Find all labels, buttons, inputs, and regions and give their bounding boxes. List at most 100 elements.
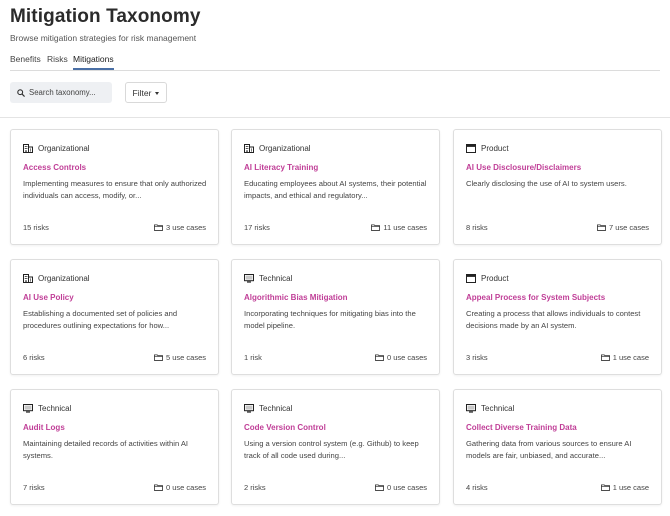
mitigation-card[interactable]: Product AI Use Disclosure/Disclaimers Cl…	[453, 129, 662, 245]
card-title[interactable]: AI Literacy Training	[244, 163, 318, 172]
divider	[0, 117, 670, 118]
card-title[interactable]: Code Version Control	[244, 423, 326, 432]
card-description: Using a version control system (e.g. Git…	[244, 439, 419, 460]
window-icon	[466, 144, 476, 153]
card-type: Technical	[23, 404, 71, 413]
card-type-label: Product	[481, 144, 509, 153]
mitigation-card[interactable]: Technical Code Version Control Using a v…	[231, 389, 440, 505]
card-use-case-label: 0 use cases	[386, 353, 427, 362]
card-type-label: Organizational	[38, 144, 90, 153]
card-description: Creating a process that allows individua…	[466, 309, 641, 330]
search-input[interactable]	[29, 88, 113, 97]
folder-icon	[600, 354, 610, 361]
card-risk-count: 3 risks	[466, 353, 488, 362]
mitigation-card[interactable]: Product Appeal Process for System Subjec…	[453, 259, 662, 375]
card-description: Maintaining detailed records of activiti…	[23, 439, 189, 460]
mitigation-card[interactable]: Organizational AI Literacy Training Educ…	[231, 129, 440, 245]
card-use-case-label: 0 use cases	[165, 483, 206, 492]
tab-bar: Benefits Risks Mitigations	[10, 54, 660, 71]
card-type: Product	[466, 144, 509, 153]
card-type-label: Organizational	[38, 274, 90, 283]
card-description: Clearly disclosing the use of AI to syst…	[466, 179, 627, 188]
card-use-case-count: 1 use case	[600, 483, 649, 492]
monitor-icon	[23, 404, 33, 413]
card-title[interactable]: AI Use Policy	[23, 293, 74, 302]
card-use-case-count: 0 use cases	[375, 353, 427, 362]
folder-icon	[154, 224, 163, 231]
mitigation-card[interactable]: Organizational AI Use Policy Establishin…	[10, 259, 219, 375]
folder-icon	[371, 224, 381, 231]
card-type-label: Organizational	[259, 144, 311, 153]
search-icon	[17, 88, 25, 97]
card-use-case-label: 0 use cases	[386, 483, 427, 492]
card-use-case-count: 0 use cases	[154, 483, 206, 492]
card-type-label: Product	[481, 274, 509, 283]
page-title: Mitigation Taxonomy	[10, 6, 201, 27]
card-use-case-count: 7 use cases	[597, 223, 649, 232]
card-description: Educating employees about AI systems, th…	[244, 179, 427, 200]
card-risk-count: 8 risks	[466, 223, 488, 232]
card-type: Organizational	[244, 144, 311, 153]
search-box	[10, 82, 113, 103]
card-use-case-label: 1 use case	[612, 483, 649, 492]
card-description: Gathering data from various sources to e…	[466, 439, 632, 460]
tab-risks[interactable]: Risks	[47, 54, 68, 68]
card-risk-count: 6 risks	[23, 353, 45, 362]
chevron-down-icon	[155, 91, 160, 95]
card-description: Implementing measures to ensure that onl…	[23, 179, 207, 200]
card-type-label: Technical	[38, 404, 72, 413]
card-type: Technical	[466, 404, 514, 413]
card-use-case-label: 7 use cases	[608, 223, 649, 232]
card-risk-count: 4 risks	[466, 483, 488, 492]
card-risk-count: 17 risks	[244, 223, 270, 232]
card-type-label: Technical	[481, 404, 515, 413]
card-use-case-count: 1 use case	[600, 353, 649, 362]
card-risk-count: 1 risk	[244, 353, 262, 362]
card-use-case-label: 1 use case	[612, 353, 649, 362]
tab-benefits[interactable]: Benefits	[10, 54, 41, 68]
card-use-case-label: 11 use cases	[383, 223, 427, 232]
card-title[interactable]: Audit Logs	[23, 423, 65, 432]
page-subtitle: Browse mitigation strategies for risk ma…	[10, 33, 197, 43]
mitigation-card[interactable]: Organizational Access Controls Implement…	[10, 129, 219, 245]
card-type: Technical	[244, 274, 292, 283]
monitor-icon	[244, 274, 254, 283]
card-description: Establishing a documented set of policie…	[23, 309, 178, 330]
card-type: Organizational	[23, 144, 90, 153]
card-use-case-count: 11 use cases	[371, 223, 427, 232]
building-icon	[244, 144, 254, 153]
folder-icon	[154, 354, 163, 361]
card-use-case-label: 5 use cases	[165, 353, 206, 362]
folder-icon	[154, 484, 163, 491]
filter-label: Filter	[132, 87, 152, 98]
card-use-case-count: 0 use cases	[375, 483, 427, 492]
card-title[interactable]: Appeal Process for System Subjects	[466, 293, 605, 302]
card-use-case-count: 3 use cases	[154, 223, 206, 232]
folder-icon	[597, 224, 606, 231]
card-risk-count: 15 risks	[23, 223, 49, 232]
card-title[interactable]: AI Use Disclosure/Disclaimers	[466, 163, 581, 172]
mitigation-card[interactable]: Technical Algorithmic Bias Mitigation In…	[231, 259, 440, 375]
card-title[interactable]: Access Controls	[23, 163, 86, 172]
page-header: Mitigation Taxonomy Browse mitigation st…	[10, 6, 201, 43]
window-icon	[466, 274, 476, 283]
card-use-case-count: 5 use cases	[154, 353, 206, 362]
card-type-label: Technical	[259, 274, 293, 283]
building-icon	[23, 144, 33, 153]
folder-icon	[600, 484, 610, 491]
card-description: Incorporating techniques for mitigating …	[244, 309, 416, 330]
mitigation-card[interactable]: Technical Audit Logs Maintaining detaile…	[10, 389, 219, 505]
card-type-label: Technical	[259, 404, 293, 413]
card-use-case-label: 3 use cases	[165, 223, 206, 232]
tab-mitigations[interactable]: Mitigations	[73, 54, 114, 70]
card-type: Organizational	[23, 274, 90, 283]
card-risk-count: 7 risks	[23, 483, 45, 492]
mitigation-card[interactable]: Technical Collect Diverse Training Data …	[453, 389, 662, 505]
card-type: Technical	[244, 404, 292, 413]
filter-button[interactable]: Filter	[125, 82, 167, 103]
card-title[interactable]: Collect Diverse Training Data	[466, 423, 577, 432]
building-icon	[23, 274, 33, 283]
card-title[interactable]: Algorithmic Bias Mitigation	[244, 293, 348, 302]
monitor-icon	[244, 404, 254, 413]
folder-icon	[375, 354, 384, 361]
